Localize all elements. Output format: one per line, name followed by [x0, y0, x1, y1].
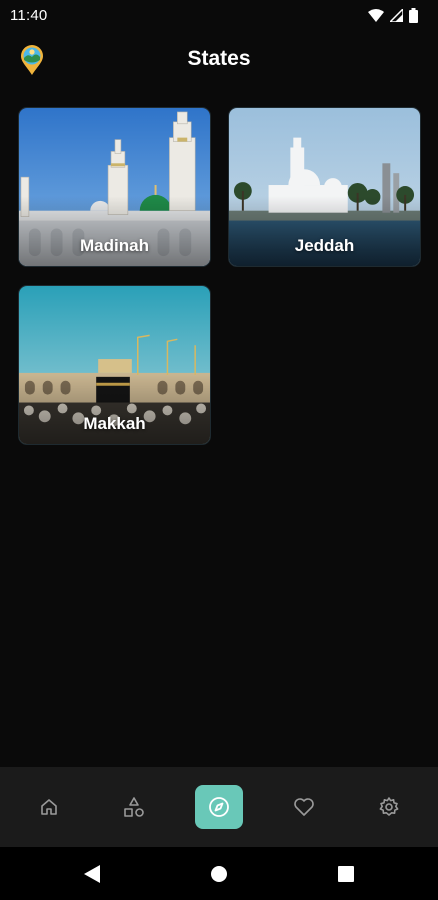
wifi-icon: [368, 8, 384, 22]
state-card-label: Madinah: [80, 236, 149, 255]
cell-signal-icon: [390, 8, 403, 22]
home-circle-icon[interactable]: [210, 865, 228, 883]
compass-icon: [209, 797, 229, 817]
recents-icon[interactable]: [338, 865, 354, 882]
nav-settings[interactable]: [365, 785, 413, 829]
state-card-madinah[interactable]: Madinah: [18, 107, 211, 267]
state-card-makkah[interactable]: Makkah: [18, 285, 211, 445]
categories-icon: [123, 797, 144, 817]
settings-gear-icon: [379, 797, 399, 816]
state-card-label: Makkah: [83, 414, 146, 433]
state-card-jeddah[interactable]: Jeddah: [228, 107, 421, 267]
nav-favorites[interactable]: [280, 785, 328, 829]
app-bar: States: [0, 36, 438, 82]
bottom-navigation: [0, 767, 438, 847]
nav-categories[interactable]: [110, 785, 158, 829]
page-title: States: [187, 47, 251, 70]
location-pin-logo-icon: [21, 45, 43, 75]
heart-icon: [294, 798, 314, 816]
back-icon[interactable]: [84, 864, 100, 883]
home-icon: [40, 799, 57, 815]
nav-explore[interactable]: [194, 785, 243, 829]
battery-icon: [409, 7, 418, 23]
status-bar: 11:40: [0, 0, 438, 30]
state-card-label: Jeddah: [294, 236, 355, 255]
system-navigation-bar: [0, 847, 438, 900]
status-time: 11:40: [10, 6, 48, 24]
nav-home[interactable]: [25, 785, 73, 829]
status-icons: [368, 7, 418, 23]
